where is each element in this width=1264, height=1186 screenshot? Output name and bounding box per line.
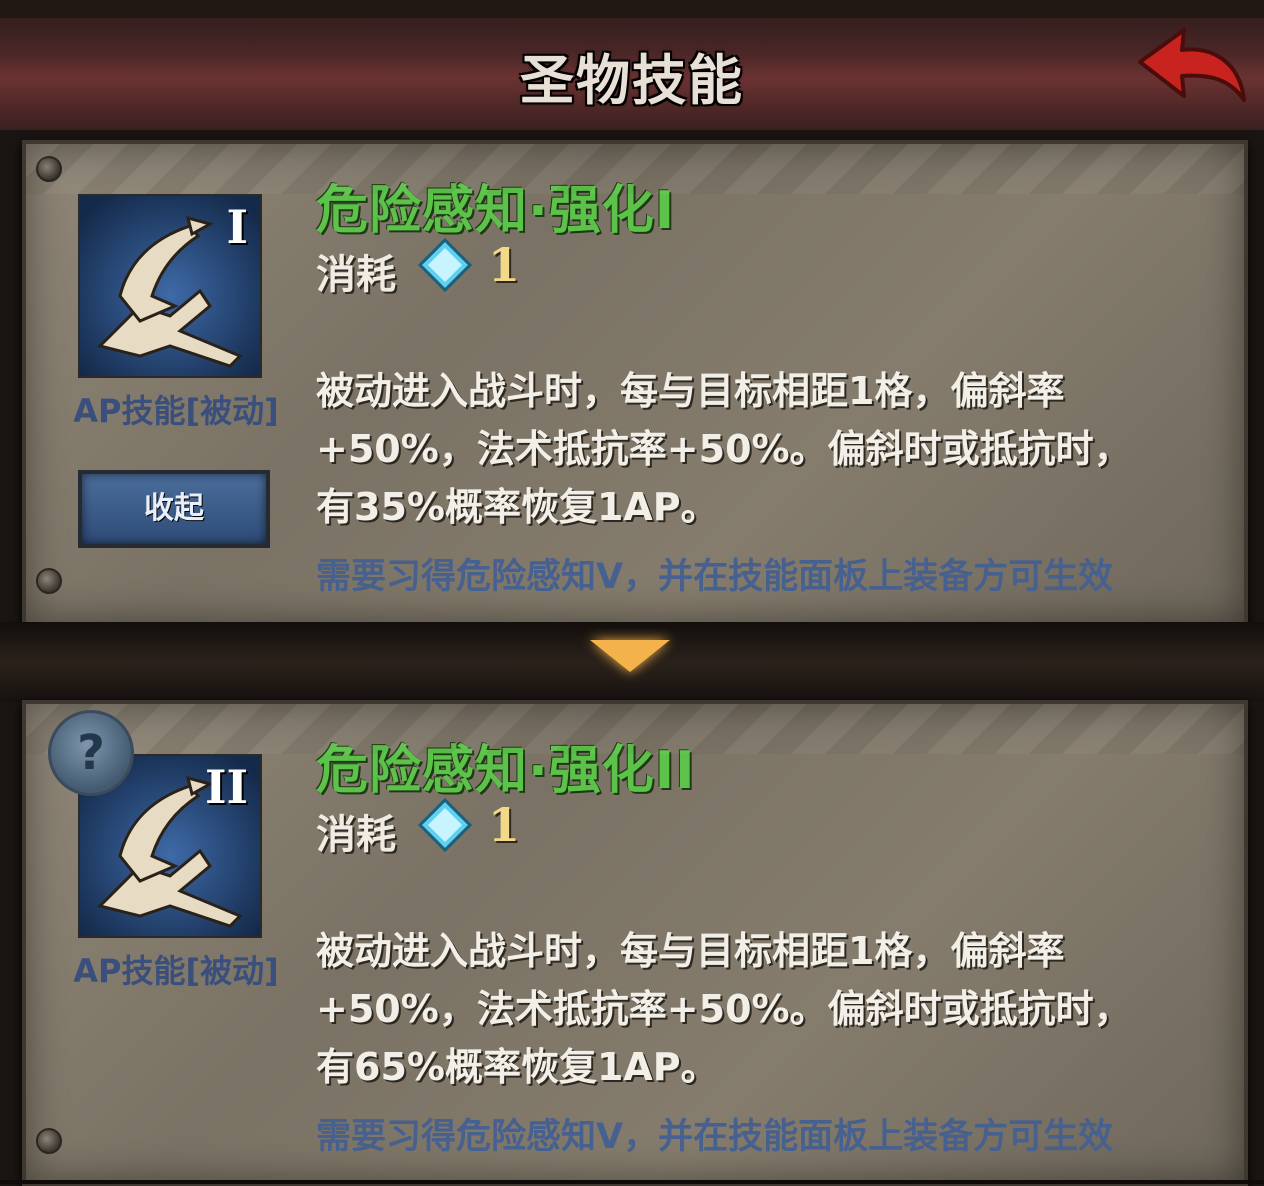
help-icon[interactable]: ? bbox=[48, 710, 134, 796]
requirement-text: 需要习得危险感知V，并在技能面板上装备方可生效 bbox=[316, 557, 1114, 597]
page-title: 圣物技能 bbox=[520, 49, 744, 112]
collapse-button[interactable]: 收起 bbox=[78, 470, 270, 548]
expand-arrow-icon[interactable] bbox=[590, 640, 670, 672]
skill-name: 危险感知·强化II bbox=[316, 741, 696, 801]
cost-value: 1 bbox=[488, 798, 521, 852]
header-bar: 圣物技能 bbox=[0, 0, 1264, 130]
skill-card-1: I AP技能[被动] 收起 危险感知·强化I 消耗 1 被动进入战斗时，每与目标… bbox=[22, 140, 1248, 626]
skill-description: 被动进入战斗时，每与目标相距1格，偏斜率 +50%，法术抵抗率+50%。偏斜时或… bbox=[316, 922, 1196, 1096]
rivet bbox=[36, 1128, 62, 1154]
description-line: +50%，法术抵抗率+50%。偏斜时或抵抗时， bbox=[316, 987, 1132, 1031]
crystal-gem-icon bbox=[418, 798, 472, 852]
tier-numeral: II bbox=[204, 760, 248, 814]
skill-type-label: AP技能[被动] bbox=[73, 952, 279, 990]
crystal-gem-icon bbox=[418, 238, 472, 292]
skill-name: 危险感知·强化I bbox=[316, 181, 676, 241]
skill-card-2: ? II AP技能[被动] 危险感知·强化II 消耗 1 被动进入战斗时，每与目… bbox=[22, 700, 1248, 1186]
bottom-edge bbox=[0, 1180, 1264, 1184]
skill-type-label: AP技能[被动] bbox=[73, 392, 279, 430]
cost-label: 消耗 bbox=[316, 252, 396, 298]
requirement-text: 需要习得危险感知V，并在技能面板上装备方可生效 bbox=[316, 1117, 1114, 1157]
description-line: 被动进入战斗时，每与目标相距1格，偏斜率 bbox=[316, 369, 1065, 413]
description-line: 有35%概率恢复1AP。 bbox=[316, 485, 719, 529]
cost-value: 1 bbox=[488, 238, 521, 292]
description-line: 有65%概率恢复1AP。 bbox=[316, 1045, 719, 1089]
description-line: 被动进入战斗时，每与目标相距1格，偏斜率 bbox=[316, 929, 1065, 973]
description-line: +50%，法术抵抗率+50%。偏斜时或抵抗时， bbox=[316, 427, 1132, 471]
tier-numeral: I bbox=[226, 200, 248, 254]
back-arrow-icon[interactable] bbox=[1132, 22, 1252, 112]
skill-description: 被动进入战斗时，每与目标相距1格，偏斜率 +50%，法术抵抗率+50%。偏斜时或… bbox=[316, 362, 1196, 536]
rivet bbox=[36, 568, 62, 594]
rivet bbox=[36, 156, 62, 182]
cost-label: 消耗 bbox=[316, 812, 396, 858]
skill-icon: I bbox=[78, 194, 262, 378]
